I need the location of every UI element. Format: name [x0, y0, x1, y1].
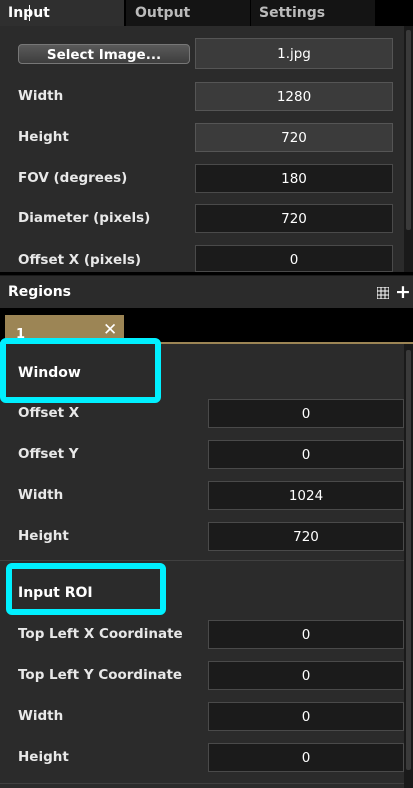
window-width-field[interactable]: 1024 — [208, 481, 404, 510]
plus-icon[interactable]: + — [395, 282, 411, 302]
roi-height-label: Height — [18, 749, 69, 765]
input-scrollbar[interactable] — [404, 26, 413, 272]
region-scrollbar[interactable] — [404, 344, 413, 788]
diameter-field[interactable]: 720 — [195, 204, 393, 233]
roi-width-label: Width — [18, 708, 64, 724]
width-field[interactable]: 1280 — [195, 82, 393, 111]
offset-x-field[interactable]: 0 — [195, 245, 393, 272]
tab-input[interactable]: Input — [0, 0, 124, 26]
grid-icon[interactable] — [377, 287, 389, 299]
roi-top-left-x-field[interactable]: 0 — [208, 620, 404, 649]
window-offset-x-field[interactable]: 0 — [208, 399, 404, 428]
tab-output[interactable]: Output — [126, 0, 250, 26]
select-image-button[interactable]: Select Image... — [18, 44, 190, 64]
roi-top-left-y-label: Top Left Y Coordinate — [18, 667, 183, 683]
input-roi-section-title: Input ROI — [18, 585, 93, 601]
height-label: Height — [18, 129, 69, 145]
offset-x-label: Offset X (pixels) — [18, 252, 142, 268]
region-scrollbar-thumb[interactable] — [406, 350, 411, 770]
tab-output-label: Output — [135, 5, 191, 21]
fov-label: FOV (degrees) — [18, 170, 128, 186]
text-cursor — [29, 5, 30, 21]
roi-top-left-y-field[interactable]: 0 — [208, 661, 404, 690]
window-height-field[interactable]: 720 — [208, 522, 404, 551]
window-offset-y-label: Offset Y — [18, 446, 79, 462]
roi-height-field[interactable]: 0 — [208, 743, 404, 772]
regions-header: Regions + — [0, 275, 413, 309]
window-offset-y-field[interactable]: 0 — [208, 440, 404, 469]
regions-title: Regions — [8, 284, 72, 300]
window-height-label: Height — [18, 528, 69, 544]
window-section-title: Window — [18, 365, 81, 381]
image-file-field[interactable]: 1.jpg — [195, 38, 393, 69]
tab-bar: Input Output Settings — [0, 0, 413, 26]
height-field[interactable]: 720 — [195, 123, 393, 152]
tab-settings-label: Settings — [259, 5, 326, 21]
input-scrollbar-thumb[interactable] — [406, 30, 411, 230]
fov-field[interactable]: 180 — [195, 164, 393, 193]
roi-top-left-x-label: Top Left X Coordinate — [18, 626, 183, 642]
close-icon[interactable]: ✕ — [103, 322, 117, 339]
bottom-divider — [0, 783, 404, 784]
roi-width-field[interactable]: 0 — [208, 702, 404, 731]
width-label: Width — [18, 88, 64, 104]
tab-settings[interactable]: Settings — [251, 0, 375, 26]
section-divider — [0, 560, 404, 561]
diameter-label: Diameter (pixels) — [18, 210, 151, 226]
window-offset-x-label: Offset X — [18, 405, 80, 421]
window-width-label: Width — [18, 487, 64, 503]
